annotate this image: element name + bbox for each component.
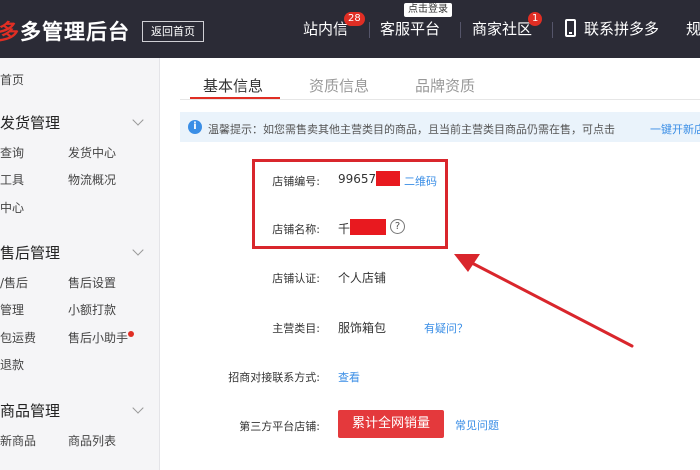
annotation-arrow xyxy=(454,254,634,348)
arrow-shaft xyxy=(468,260,634,348)
arrow-head xyxy=(454,254,480,272)
